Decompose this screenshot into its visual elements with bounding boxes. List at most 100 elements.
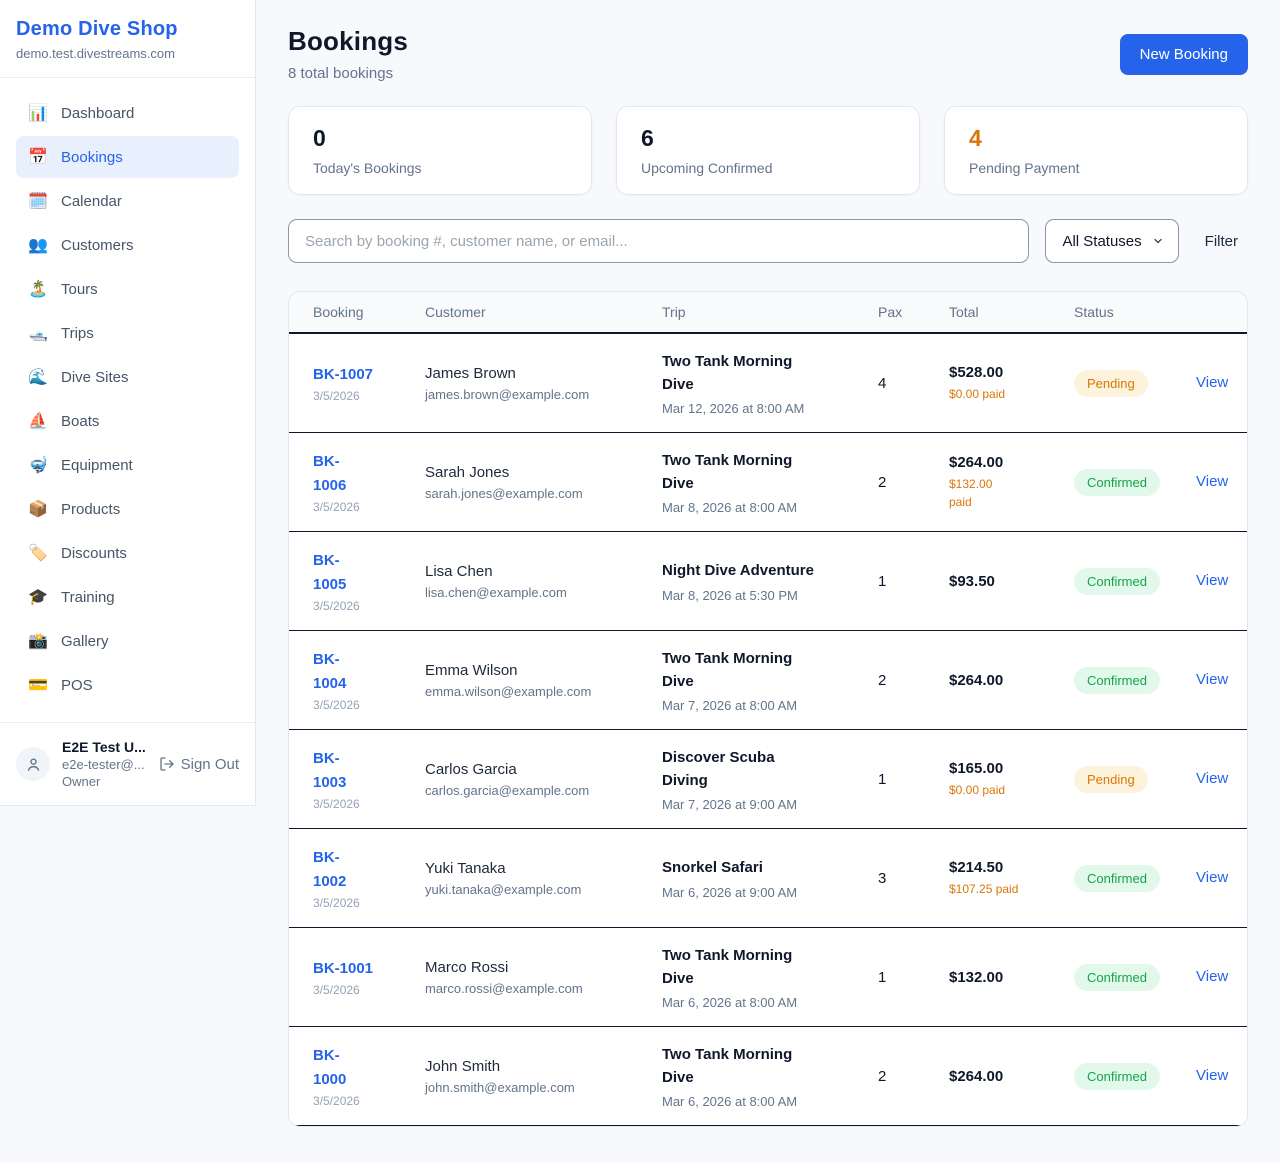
pax-count: 4 bbox=[878, 375, 949, 392]
trip-datetime: Mar 12, 2026 at 8:00 AM bbox=[662, 401, 878, 416]
sidebar-item-customers[interactable]: 👥 Customers bbox=[16, 224, 239, 266]
view-link[interactable]: View bbox=[1196, 572, 1228, 589]
trip-datetime: Mar 7, 2026 at 8:00 AM bbox=[662, 698, 878, 713]
sidebar-item-trips[interactable]: 🛥️ Trips bbox=[16, 312, 239, 354]
status-cell: Confirmed bbox=[1074, 964, 1196, 991]
booking-id-link[interactable]: BK- 1005 bbox=[313, 549, 425, 596]
customer-cell: John Smith john.smith@example.com bbox=[425, 1058, 662, 1095]
booking-id-link[interactable]: BK- 1004 bbox=[313, 648, 425, 695]
user-email: e2e-tester@... bbox=[62, 757, 147, 772]
new-booking-button[interactable]: New Booking bbox=[1120, 34, 1248, 75]
filter-button[interactable]: Filter bbox=[1195, 233, 1248, 250]
nav-item-icon: 🏷️ bbox=[28, 543, 48, 563]
trip-datetime: Mar 6, 2026 at 9:00 AM bbox=[662, 885, 878, 900]
booking-created-date: 3/5/2026 bbox=[313, 599, 425, 613]
table-row: BK-1007 3/5/2026 James Brown james.brown… bbox=[289, 334, 1247, 433]
booking-cell: BK- 1005 3/5/2026 bbox=[313, 549, 425, 613]
view-link[interactable]: View bbox=[1196, 968, 1228, 985]
sidebar-item-discounts[interactable]: 🏷️ Discounts bbox=[16, 532, 239, 574]
booking-cell: BK-1007 3/5/2026 bbox=[313, 363, 425, 403]
sidebar-item-dashboard[interactable]: 📊 Dashboard bbox=[16, 92, 239, 134]
sidebar: Demo Dive Shop demo.test.divestreams.com… bbox=[0, 0, 256, 806]
customer-cell: Marco Rossi marco.rossi@example.com bbox=[425, 959, 662, 996]
booking-id-link[interactable]: BK- 1000 bbox=[313, 1044, 425, 1091]
booking-cell: BK- 1002 3/5/2026 bbox=[313, 846, 425, 910]
trip-datetime: Mar 6, 2026 at 8:00 AM bbox=[662, 995, 878, 1010]
sidebar-item-training[interactable]: 🎓 Training bbox=[16, 576, 239, 618]
booking-id-link[interactable]: BK-1001 bbox=[313, 957, 425, 980]
pax-count: 2 bbox=[878, 474, 949, 491]
actions-cell: View bbox=[1196, 473, 1228, 491]
status-select-value: All Statuses bbox=[1062, 233, 1141, 250]
user-footer: E2E Test U... e2e-tester@... Owner Sign … bbox=[0, 722, 255, 805]
total-cell: $165.00 $0.00 paid bbox=[949, 760, 1074, 799]
status-cell: Pending bbox=[1074, 370, 1196, 397]
trip-cell: Snorkel Safari Mar 6, 2026 at 9:00 AM bbox=[662, 856, 878, 899]
view-link[interactable]: View bbox=[1196, 1067, 1228, 1084]
trip-cell: Two Tank Morning Dive Mar 6, 2026 at 8:0… bbox=[662, 944, 878, 1011]
booking-id-link[interactable]: BK- 1003 bbox=[313, 747, 425, 794]
sign-out-button[interactable]: Sign Out bbox=[159, 756, 239, 773]
sidebar-item-products[interactable]: 📦 Products bbox=[16, 488, 239, 530]
table-row: BK- 1000 3/5/2026 John Smith john.smith@… bbox=[289, 1027, 1247, 1126]
nav-item-icon: 📦 bbox=[28, 499, 48, 519]
customer-email: james.brown@example.com bbox=[425, 387, 662, 402]
sidebar-item-pos[interactable]: 💳 POS bbox=[16, 664, 239, 706]
customer-name: John Smith bbox=[425, 1058, 662, 1075]
actions-cell: View bbox=[1196, 1067, 1228, 1085]
stat-value: 6 bbox=[641, 125, 895, 152]
search-input[interactable] bbox=[288, 219, 1029, 263]
customer-cell: James Brown james.brown@example.com bbox=[425, 365, 662, 402]
shop-name: Demo Dive Shop bbox=[16, 18, 239, 41]
view-link[interactable]: View bbox=[1196, 374, 1228, 391]
sidebar-item-tours[interactable]: 🏝️ Tours bbox=[16, 268, 239, 310]
sidebar-item-gallery[interactable]: 📸 Gallery bbox=[16, 620, 239, 662]
view-link[interactable]: View bbox=[1196, 770, 1228, 787]
stat-card-pending-payment: 4 Pending Payment bbox=[944, 106, 1248, 195]
trip-datetime: Mar 7, 2026 at 9:00 AM bbox=[662, 797, 878, 812]
view-link[interactable]: View bbox=[1196, 473, 1228, 490]
actions-cell: View bbox=[1196, 770, 1228, 788]
table-header-row: Booking Customer Trip Pax Total Status bbox=[289, 292, 1247, 334]
booking-created-date: 3/5/2026 bbox=[313, 389, 425, 403]
sidebar-item-equipment[interactable]: 🤿 Equipment bbox=[16, 444, 239, 486]
customer-name: James Brown bbox=[425, 365, 662, 382]
customer-name: Yuki Tanaka bbox=[425, 860, 662, 877]
booking-id-link[interactable]: BK- 1006 bbox=[313, 450, 425, 497]
booking-created-date: 3/5/2026 bbox=[313, 983, 425, 997]
actions-cell: View bbox=[1196, 572, 1228, 590]
logout-icon bbox=[159, 756, 175, 772]
user-meta: E2E Test U... e2e-tester@... Owner bbox=[62, 739, 147, 789]
chevron-down-icon bbox=[1152, 235, 1164, 247]
status-select[interactable]: All Statuses bbox=[1045, 219, 1178, 263]
nav-item-icon: 📅 bbox=[28, 147, 48, 167]
trip-datetime: Mar 8, 2026 at 8:00 AM bbox=[662, 500, 878, 515]
booking-cell: BK- 1000 3/5/2026 bbox=[313, 1044, 425, 1108]
nav-item-icon: 💳 bbox=[28, 675, 48, 695]
sidebar-item-dive-sites[interactable]: 🌊 Dive Sites bbox=[16, 356, 239, 398]
nav-item-icon: 🛥️ bbox=[28, 323, 48, 343]
pax-count: 1 bbox=[878, 573, 949, 590]
total-cell: $214.50 $107.25 paid bbox=[949, 859, 1074, 898]
customer-name: Emma Wilson bbox=[425, 662, 662, 679]
sidebar-item-bookings[interactable]: 📅 Bookings bbox=[16, 136, 239, 178]
nav-item-label: Training bbox=[61, 590, 115, 605]
sidebar-item-calendar[interactable]: 🗓️ Calendar bbox=[16, 180, 239, 222]
customer-cell: Yuki Tanaka yuki.tanaka@example.com bbox=[425, 860, 662, 897]
page-title: Bookings bbox=[288, 26, 408, 57]
view-link[interactable]: View bbox=[1196, 671, 1228, 688]
pax-count: 1 bbox=[878, 969, 949, 986]
nav-item-label: Gallery bbox=[61, 634, 109, 649]
nav-item-label: Calendar bbox=[61, 194, 122, 209]
customer-email: carlos.garcia@example.com bbox=[425, 783, 662, 798]
booking-id-link[interactable]: BK-1007 bbox=[313, 363, 425, 386]
view-link[interactable]: View bbox=[1196, 869, 1228, 886]
booking-id-link[interactable]: BK- 1002 bbox=[313, 846, 425, 893]
filter-row: All Statuses Filter bbox=[288, 219, 1248, 263]
bookings-table: Booking Customer Trip Pax Total Status B… bbox=[288, 291, 1248, 1127]
status-cell: Confirmed bbox=[1074, 568, 1196, 595]
booking-created-date: 3/5/2026 bbox=[313, 698, 425, 712]
stat-value: 0 bbox=[313, 125, 567, 152]
nav-item-icon: ⛵ bbox=[28, 411, 48, 431]
sidebar-item-boats[interactable]: ⛵ Boats bbox=[16, 400, 239, 442]
